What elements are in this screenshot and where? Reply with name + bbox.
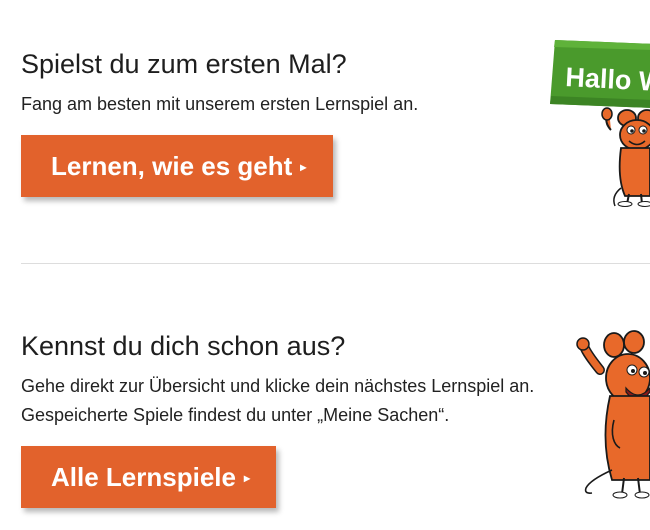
learn-how-button[interactable]: Lernen, wie es geht ▸ — [21, 135, 333, 197]
all-games-button[interactable]: Alle Lernspiele ▸ — [21, 446, 276, 508]
mouse-with-sign-illustration: Hallo W — [550, 40, 650, 207]
hello-sign-text: Hallo W — [565, 62, 650, 97]
hello-sign: Hallo W — [550, 40, 650, 108]
all-games-button-label: Alle Lernspiele — [51, 462, 236, 492]
play-arrow-icon: ▸ — [243, 471, 250, 485]
returning-section: Kennst du dich schon aus? Gehe direkt zu… — [21, 264, 650, 530]
play-arrow-icon: ▸ — [300, 160, 307, 174]
first-time-heading: Spielst du zum ersten Mal? — [21, 49, 347, 79]
learn-how-button-label: Lernen, wie es geht — [51, 151, 293, 181]
returning-text-line-2: Gespeicherte Spiele findest du unter „Me… — [21, 405, 450, 425]
returning-heading: Kennst du dich schon aus? — [21, 331, 346, 361]
first-time-text: Fang am besten mit unserem ersten Lernsp… — [21, 90, 418, 119]
first-time-text-line: Fang am besten mit unserem ersten Lernsp… — [21, 94, 419, 114]
returning-text-line-1: Gehe direkt zur Übersicht und klicke dei… — [21, 376, 535, 396]
waving-mouse-illustration — [576, 330, 650, 499]
returning-text: Gehe direkt zur Übersicht und klicke dei… — [21, 372, 534, 430]
